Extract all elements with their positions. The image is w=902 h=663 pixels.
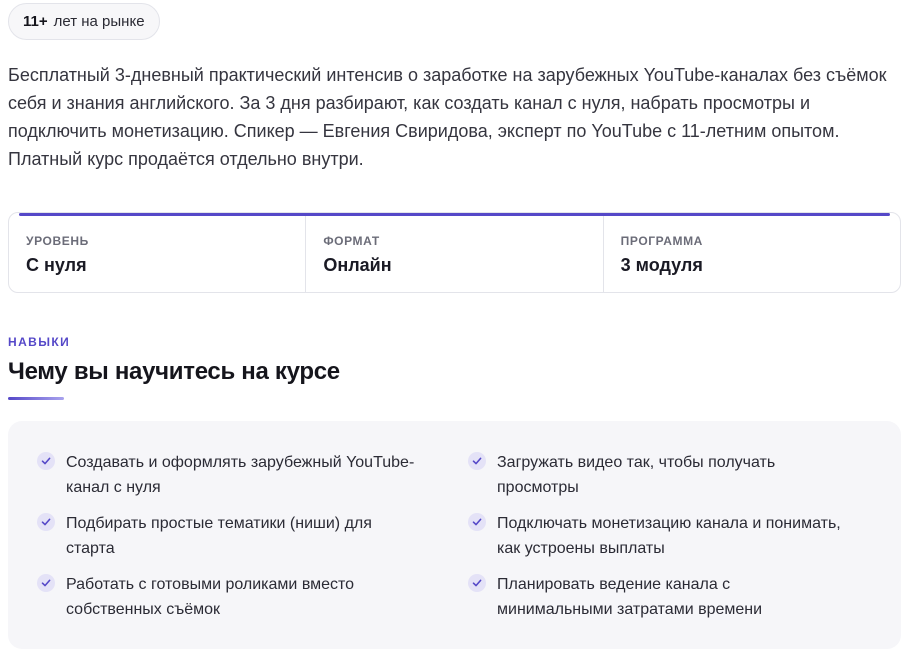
stat-format: ФОРМАТ Онлайн	[306, 213, 604, 292]
years-on-market-badge: 11+ лет на рынке	[8, 3, 160, 40]
skill-item: Работать с готовыми роликами вместо собс…	[37, 572, 417, 622]
stat-value: С нуля	[26, 255, 87, 275]
heading-underline	[8, 397, 64, 400]
skill-item: Подключать монетизацию канала и понимать…	[468, 511, 848, 561]
stat-value: 3 модуля	[620, 255, 703, 275]
skill-item: Создавать и оформлять зарубежный YouTube…	[37, 450, 417, 500]
badge-text: лет на рынке	[53, 13, 145, 30]
course-description: Бесплатный 3-дневный практический интенс…	[8, 65, 887, 169]
stat-value: Онлайн	[323, 255, 392, 275]
stat-label: ФОРМАТ	[323, 234, 380, 248]
checkmark-icon	[468, 574, 486, 592]
skill-text: Создавать и оформлять зарубежный YouTube…	[66, 454, 415, 496]
stats-accent-bar	[19, 213, 890, 216]
skill-text: Подключать монетизацию канала и понимать…	[497, 515, 841, 557]
stat-label: УРОВЕНЬ	[26, 234, 89, 248]
section-heading: Чему вы научитесь на курсе	[8, 358, 340, 385]
checkmark-icon	[37, 452, 55, 470]
checkmark-icon	[37, 513, 55, 531]
stat-level: УРОВЕНЬ С нуля	[9, 213, 307, 292]
skills-panel: Создавать и оформлять зарубежный YouTube…	[8, 421, 901, 649]
checkmark-icon	[468, 513, 486, 531]
course-stats: УРОВЕНЬ С нуля ФОРМАТ Онлайн ПРОГРАММА 3…	[8, 212, 901, 293]
skill-text: Загружать видео так, чтобы получать прос…	[497, 454, 776, 496]
skill-item: Загружать видео так, чтобы получать прос…	[468, 450, 848, 500]
skill-text: Работать с готовыми роликами вместо собс…	[66, 576, 355, 618]
skill-text: Планировать ведение канала с минимальным…	[497, 576, 763, 618]
skill-item: Планировать ведение канала с минимальным…	[468, 572, 848, 622]
skill-text: Подбирать простые тематики (ниши) для ст…	[66, 515, 372, 557]
skill-item: Подбирать простые тематики (ниши) для ст…	[37, 511, 417, 561]
badge-number: 11+	[23, 13, 48, 30]
stat-label: ПРОГРАММА	[620, 234, 703, 248]
stat-program: ПРОГРАММА 3 модуля	[604, 213, 900, 292]
section-eyebrow: НАВЫКИ	[8, 335, 71, 349]
checkmark-icon	[37, 574, 55, 592]
checkmark-icon	[468, 452, 486, 470]
